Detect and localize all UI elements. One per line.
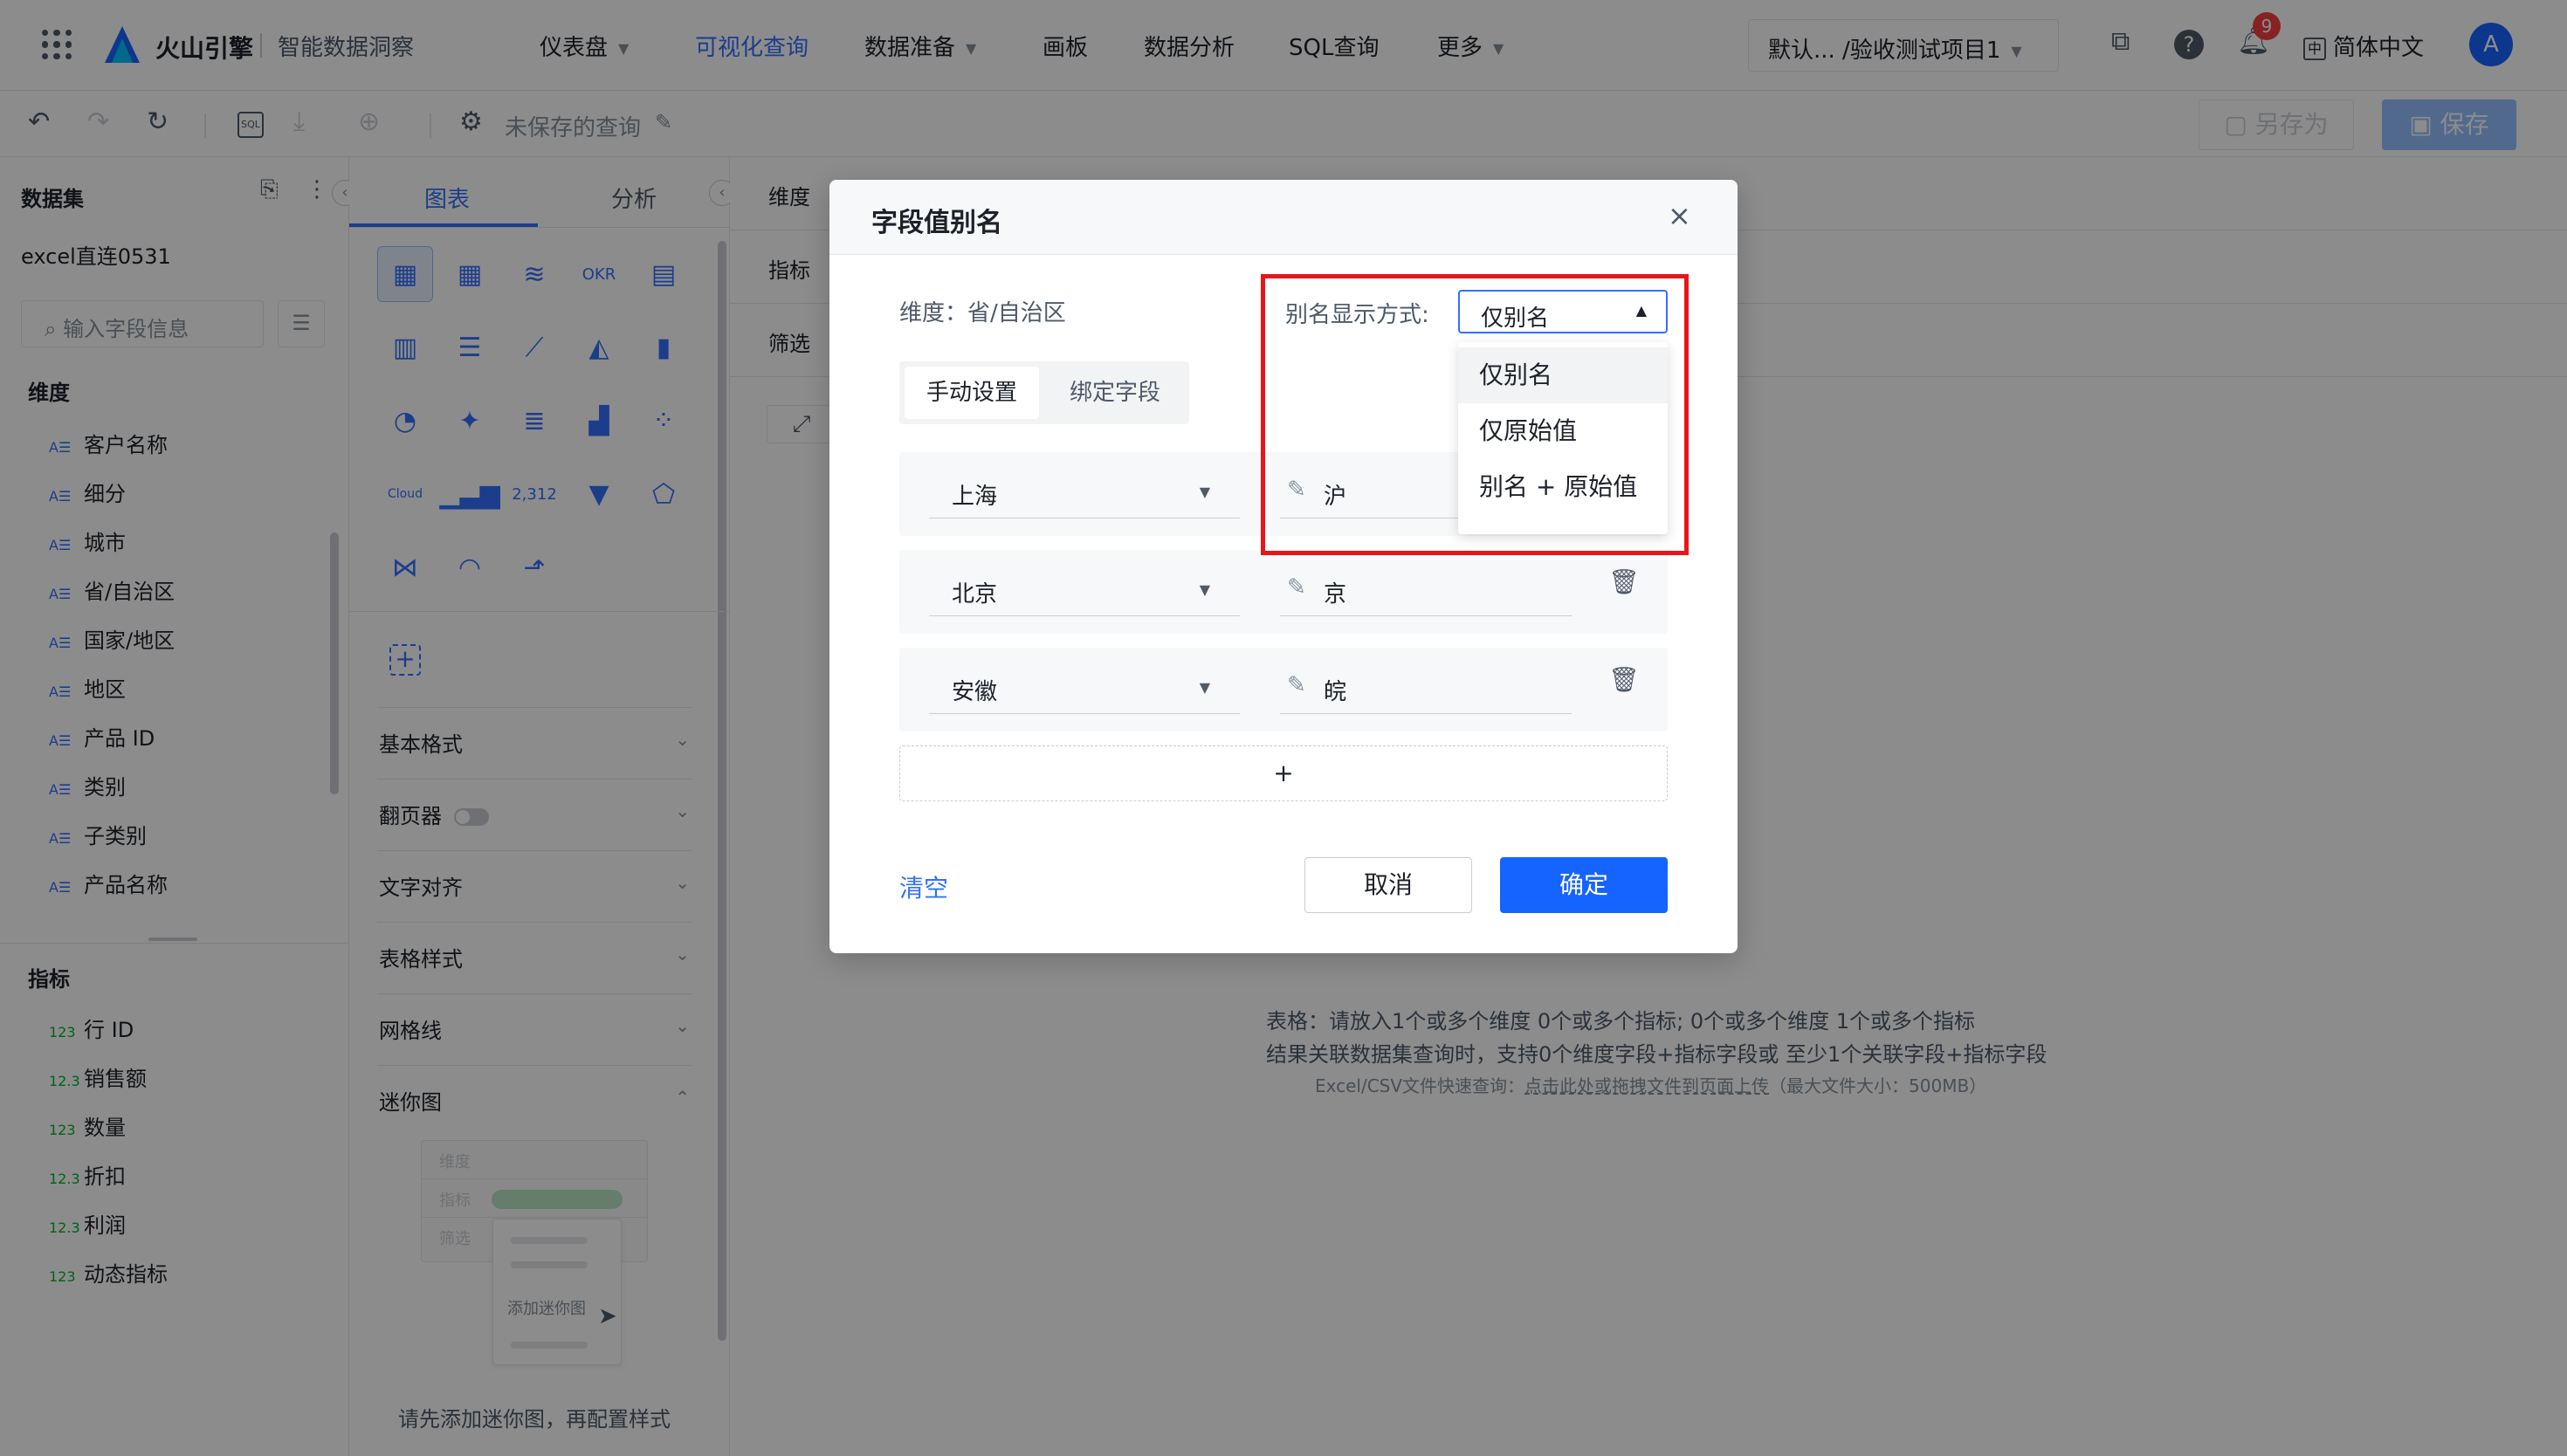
dimension-label: 维度：省/自治区 (899, 300, 1066, 326)
cancel-button[interactable]: 取消 (1304, 857, 1472, 913)
dialog-title: 字段值别名 (871, 208, 1002, 238)
field-alias-dialog: 字段值别名 × 维度：省/自治区 手动设置 绑定字段 别名显示方式: 上海 ▼ ✎… (829, 180, 1738, 953)
highlight-box (1261, 274, 1689, 555)
close-icon[interactable]: × (1668, 199, 1691, 232)
original-value-select[interactable]: 上海 ▼ (929, 464, 1240, 519)
confirm-button[interactable]: 确定 (1500, 857, 1668, 913)
dropdown-arrow-icon: ▼ (1199, 581, 1210, 598)
dialog-header: 字段值别名 × (829, 180, 1738, 255)
mode-tabs: 手动设置 绑定字段 (899, 361, 1189, 424)
alias-input[interactable]: ✎ 皖 (1280, 660, 1572, 714)
tab-bind-field[interactable]: 绑定字段 (1048, 367, 1182, 419)
alias-row: 安徽 ▼ ✎ 皖 🗑︎ (899, 648, 1668, 731)
original-value-select[interactable]: 北京 ▼ (929, 562, 1240, 616)
edit-icon: ✎ (1287, 672, 1306, 698)
alias-row: 北京 ▼ ✎ 京 🗑︎ (899, 550, 1668, 634)
delete-icon[interactable]: 🗑︎ (1608, 567, 1640, 596)
original-value-select[interactable]: 安徽 ▼ (929, 660, 1240, 714)
dropdown-arrow-icon: ▼ (1199, 484, 1210, 500)
alias-input[interactable]: ✎ 京 (1280, 562, 1572, 616)
edit-icon: ✎ (1287, 574, 1306, 601)
tab-manual[interactable]: 手动设置 (905, 367, 1039, 419)
add-row-button[interactable]: + (899, 745, 1668, 801)
delete-icon[interactable]: 🗑︎ (1608, 665, 1640, 694)
dropdown-arrow-icon: ▼ (1199, 679, 1210, 696)
clear-button[interactable]: 清空 (899, 869, 948, 904)
